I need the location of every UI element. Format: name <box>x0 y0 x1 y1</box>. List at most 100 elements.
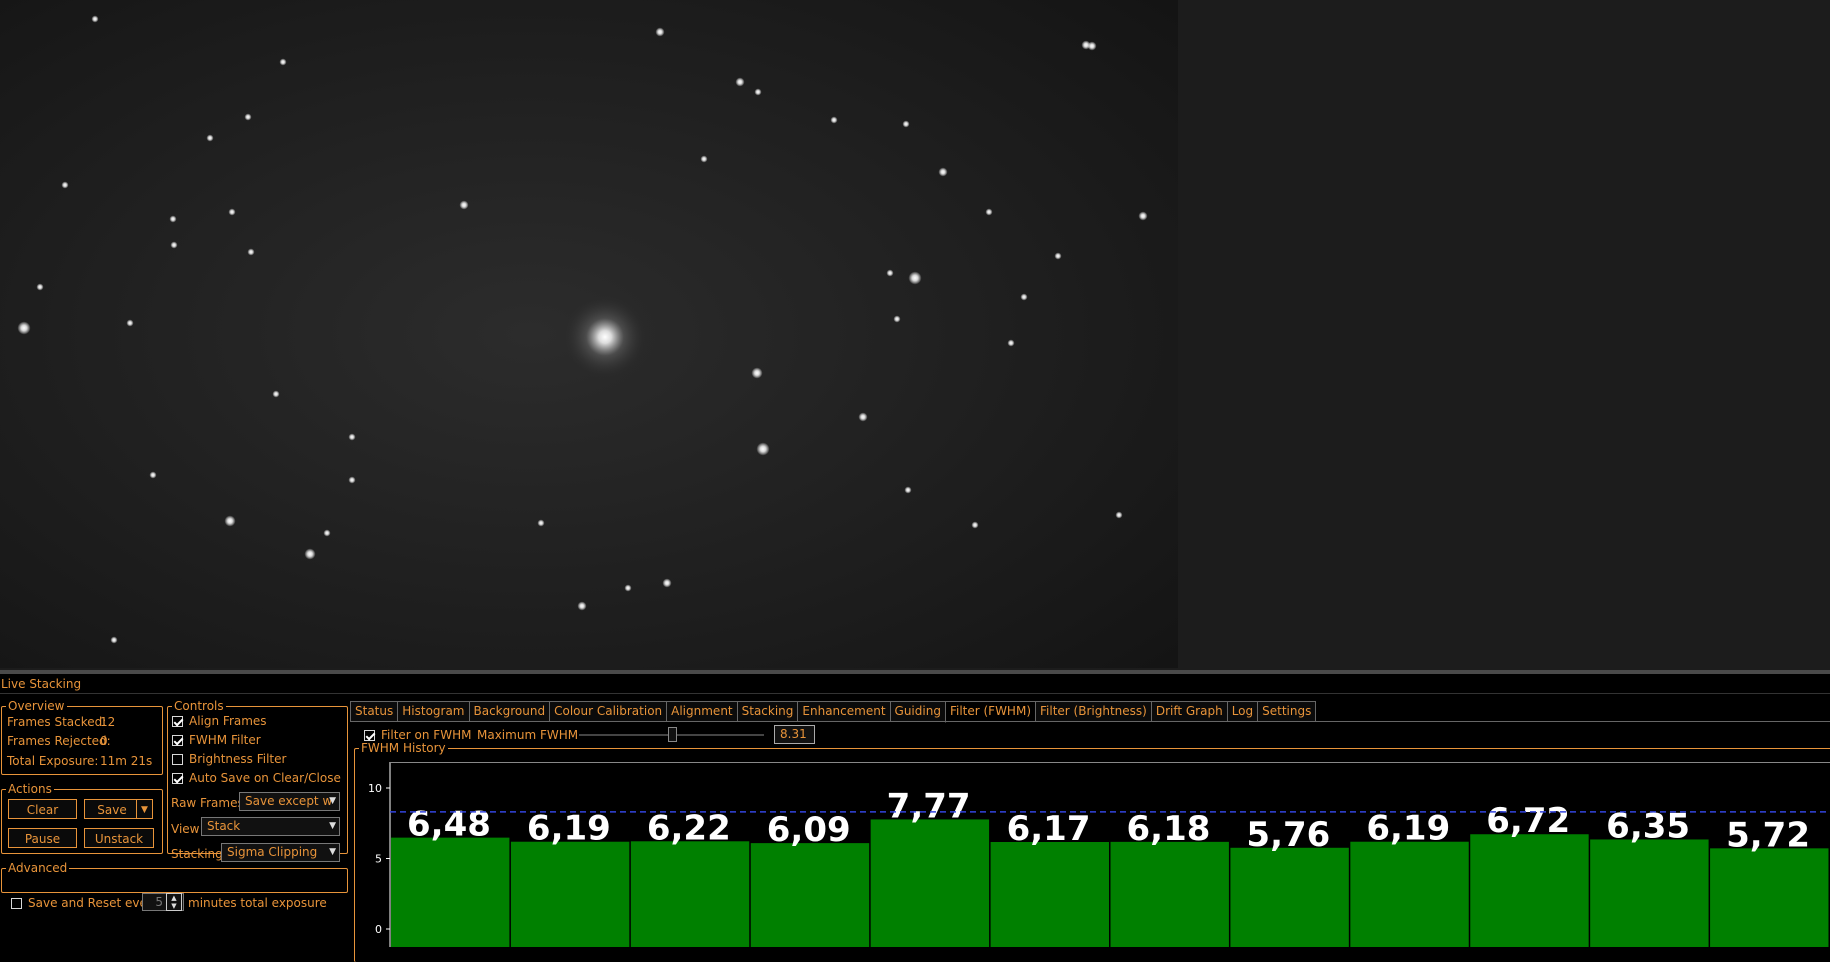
star <box>91 15 99 23</box>
brightness-filter-check-icon[interactable] <box>172 754 183 765</box>
tab-stacking[interactable]: Stacking <box>736 701 798 722</box>
actions-legend: Actions <box>8 782 52 796</box>
y-tick-label: 0 <box>375 923 382 936</box>
bar-value-label: 6,72 <box>1486 801 1570 841</box>
unstack-button[interactable]: Unstack <box>84 828 154 848</box>
auto-save-label: Auto Save on Clear/Close <box>189 771 341 785</box>
stepper-arrows-icon[interactable]: ▲ ▼ <box>166 893 182 911</box>
tab-histogram[interactable]: Histogram <box>397 701 469 722</box>
auto-save-checkbox[interactable]: Auto Save on Clear/Close <box>172 771 341 785</box>
star <box>61 181 69 189</box>
overview-legend: Overview <box>8 699 65 713</box>
stacked-image[interactable] <box>0 0 1178 668</box>
star <box>244 113 252 121</box>
frames-rejected-label: Frames Rejected: <box>7 734 111 748</box>
star <box>1115 511 1123 519</box>
star <box>169 215 177 223</box>
fwhm-bar <box>391 837 510 947</box>
tab-colour-calibration[interactable]: Colour Calibration <box>549 701 667 722</box>
star <box>348 433 356 441</box>
align-frames-checkbox[interactable]: Align Frames <box>172 714 267 728</box>
star <box>1087 41 1097 51</box>
total-exposure-value: 11m 21s <box>100 754 153 768</box>
fwhm-bar <box>1710 848 1829 947</box>
fwhm-filter-check-icon[interactable] <box>172 735 183 746</box>
chevron-down-icon: ▼ <box>329 821 336 831</box>
save-button[interactable]: Save <box>84 799 140 819</box>
star <box>17 321 31 335</box>
star <box>36 283 44 291</box>
view-select[interactable]: Stack ▼ <box>201 817 340 836</box>
raw-frames-select[interactable]: Save except w ▼ <box>239 792 340 811</box>
fwhm-bar <box>750 843 870 947</box>
tab-log[interactable]: Log <box>1226 701 1258 722</box>
max-fwhm-slider[interactable] <box>579 727 764 742</box>
tab-settings[interactable]: Settings <box>1257 701 1317 722</box>
fwhm-bar <box>1110 841 1229 947</box>
star <box>170 241 178 249</box>
filter-on-fwhm-check-icon[interactable] <box>364 730 375 741</box>
tab-enhancement[interactable]: Enhancement <box>797 701 890 722</box>
tab-filter-fwhm[interactable]: Filter (FWHM) <box>944 701 1035 723</box>
star <box>902 120 910 128</box>
brightness-filter-label: Brightness Filter <box>189 752 287 766</box>
star <box>908 271 922 285</box>
galaxy <box>563 295 647 379</box>
star <box>247 248 255 256</box>
controls-legend: Controls <box>174 699 224 713</box>
tab-background[interactable]: Background <box>468 701 550 722</box>
clear-button[interactable]: Clear <box>8 799 77 819</box>
slider-thumb[interactable] <box>667 727 677 742</box>
frames-rejected-value: 0 <box>100 734 108 748</box>
bar-value-label: 6,19 <box>1366 809 1450 849</box>
tab-drift-graph[interactable]: Drift Graph <box>1150 701 1227 722</box>
fwhm-filter-label: FWHM Filter <box>189 733 261 747</box>
fwhm-filter-checkbox[interactable]: FWHM Filter <box>172 733 261 747</box>
tab-filter-brightness[interactable]: Filter (Brightness) <box>1035 701 1151 722</box>
tab-alignment[interactable]: Alignment <box>666 701 737 722</box>
pause-button[interactable]: Pause <box>8 828 77 848</box>
total-exposure-label: Total Exposure: <box>7 754 99 768</box>
star <box>304 548 316 560</box>
star <box>1020 293 1028 301</box>
save-reset-label: Save and Reset every <box>28 896 159 910</box>
save-reset-checkbox[interactable]: Save and Reset every <box>11 896 159 910</box>
star <box>938 167 948 177</box>
star <box>1054 252 1062 260</box>
star <box>756 442 770 456</box>
bar-value-label: 6,19 <box>527 809 611 849</box>
chevron-down-icon: ▼ <box>329 796 336 806</box>
save-dropdown-icon[interactable]: ▼ <box>136 799 153 819</box>
fwhm-bar <box>870 819 990 947</box>
star <box>206 134 214 142</box>
tab-guiding[interactable]: Guiding <box>889 701 945 722</box>
brightness-filter-checkbox[interactable]: Brightness Filter <box>172 752 286 766</box>
star <box>830 116 838 124</box>
star <box>985 208 993 216</box>
frames-stacked-value: 12 <box>100 715 116 729</box>
filter-on-fwhm-checkbox[interactable]: Filter on FWHM <box>364 728 471 742</box>
fwhm-bar <box>630 841 750 947</box>
minutes-suffix: minutes total exposure <box>188 896 327 910</box>
tab-bar: Status Histogram Background Colour Calibrat… <box>350 701 1317 723</box>
star <box>858 412 868 422</box>
stacking-select[interactable]: Sigma Clipping ▼ <box>221 843 340 862</box>
star <box>904 486 912 494</box>
view-label: View <box>171 822 200 836</box>
tab-status[interactable]: Status <box>350 701 398 722</box>
save-reset-check-icon[interactable] <box>11 898 22 909</box>
star <box>272 390 280 398</box>
star <box>624 584 632 592</box>
star <box>228 208 236 216</box>
star <box>751 367 763 379</box>
fwhm-bar <box>1590 839 1709 947</box>
star <box>110 636 118 644</box>
auto-save-check-icon[interactable] <box>172 773 183 784</box>
image-viewer[interactable] <box>0 0 1830 670</box>
bar-value-label: 6,22 <box>647 808 731 848</box>
star <box>348 476 356 484</box>
fwhm-bar <box>1230 847 1349 947</box>
star <box>279 58 287 66</box>
align-frames-check-icon[interactable] <box>172 716 183 727</box>
bar-value-label: 7,77 <box>887 786 971 826</box>
